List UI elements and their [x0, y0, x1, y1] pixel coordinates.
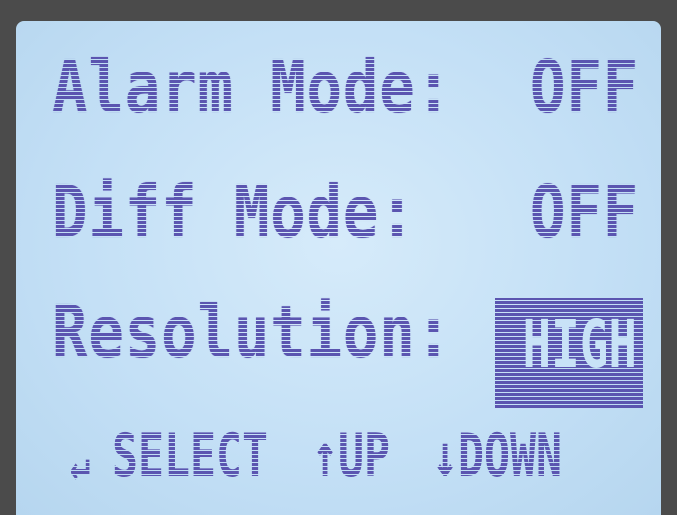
down-softkey-label: DOWN: [458, 421, 563, 491]
diff-mode-label: Diff Mode:: [52, 170, 416, 254]
resolution-value[interactable]: HIGH: [523, 312, 637, 378]
alarm-mode-label: Alarm Mode:: [52, 45, 453, 129]
up-arrow-icon: ↑: [312, 421, 339, 491]
up-softkey-label: UP: [338, 421, 391, 491]
enter-arrow-icon: ↵: [70, 436, 90, 490]
select-softkey[interactable]: SELECT: [112, 426, 268, 486]
up-softkey[interactable]: ↑UP: [312, 426, 390, 486]
menu-row-diff-mode[interactable]: Diff Mode: OFF: [16, 176, 661, 266]
down-arrow-icon: ↓: [432, 421, 459, 491]
menu-row-resolution[interactable]: Resolution: HIGH: [16, 290, 661, 408]
softkey-footer: ↵ SELECT ↑UP ↓DOWN: [16, 426, 661, 496]
lcd-screen: Alarm Mode: OFF Diff Mode: OFF Resolutio…: [16, 21, 661, 515]
resolution-label: Resolution:: [52, 290, 453, 374]
menu-row-alarm-mode[interactable]: Alarm Mode: OFF: [16, 51, 661, 141]
down-softkey[interactable]: ↓DOWN: [432, 426, 562, 486]
diff-mode-value: OFF: [529, 170, 639, 254]
alarm-mode-value: OFF: [529, 45, 639, 129]
